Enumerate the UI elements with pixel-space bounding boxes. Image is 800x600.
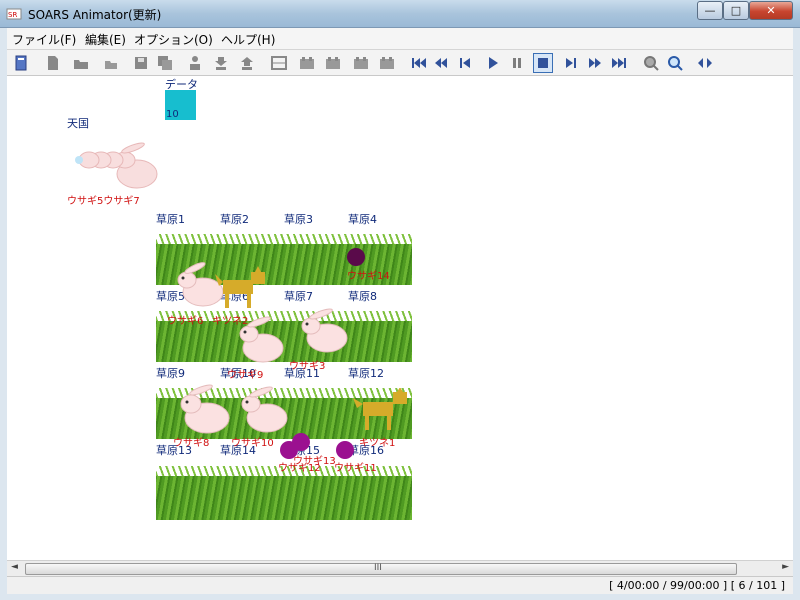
heaven-label: 天国 <box>67 117 89 130</box>
notebook-icon[interactable] <box>13 55 29 71</box>
field-label: 草原3 <box>284 213 313 226</box>
grid-icon[interactable] <box>271 55 287 71</box>
menu-options[interactable]: オプション(O) <box>134 31 213 48</box>
toolbar <box>7 50 793 76</box>
stop-icon[interactable] <box>533 53 553 73</box>
pause-icon[interactable] <box>509 55 525 71</box>
fast-forward-icon[interactable] <box>587 55 603 71</box>
menu-file[interactable]: ファイル(F) <box>12 31 76 48</box>
skip-first-icon[interactable] <box>411 55 427 71</box>
scroll-thumb[interactable]: III <box>25 563 737 575</box>
data-box: 10 <box>165 90 196 120</box>
swap-icon[interactable] <box>697 55 713 71</box>
data-box-value: 10 <box>166 109 179 120</box>
scroll-grip: III <box>374 563 382 573</box>
minimize-button[interactable]: — <box>697 1 723 20</box>
folder-open-icon[interactable] <box>73 55 89 71</box>
field-label: 草原12 <box>348 367 384 380</box>
folder-icon[interactable] <box>103 55 119 71</box>
agent-label: ウサギ9 <box>227 370 264 381</box>
play-icon[interactable] <box>485 55 501 71</box>
app-icon: SR <box>6 8 22 20</box>
agent-label: ウサギ6 <box>167 316 204 327</box>
grid-left-icon[interactable] <box>353 55 369 71</box>
menu-bar: ファイル(F) 編集(E) オプション(O) ヘルプ(H) <box>7 28 793 50</box>
field-label: 草原4 <box>348 213 377 226</box>
scroll-left-arrow[interactable]: ◄ <box>11 562 18 572</box>
person-down-icon[interactable] <box>187 55 203 71</box>
menu-help[interactable]: ヘルプ(H) <box>221 31 275 48</box>
rabbit-sprite <box>241 386 288 433</box>
rabbit-sprite <box>180 384 230 434</box>
status-text: [ 4/00:00 / 99/00:00 ] [ 6 / 101 ] <box>609 579 785 592</box>
animation-canvas[interactable]: データ 10 天国 ウサギ5ウサギ7 草原1 草原2 草原3 草原4 草原5 草… <box>7 76 793 560</box>
horizontal-scrollbar[interactable]: ◄ III ► <box>7 560 793 576</box>
field-label: 草原8 <box>348 290 377 303</box>
skip-last-icon[interactable] <box>611 55 627 71</box>
agent-label: ウサギ8 <box>173 438 210 449</box>
agent-label: ウサギ14 <box>347 271 390 282</box>
heaven-occupants: ウサギ5ウサギ7 <box>67 196 140 207</box>
window-title: SOARS Animator(更新) <box>28 8 162 22</box>
field-label: 草原2 <box>220 213 249 226</box>
heaven-rabbits <box>75 142 158 189</box>
agent-label: ウサギ10 <box>231 438 274 449</box>
title-bar[interactable]: SR SOARS Animator(更新) — □ ✕ <box>0 0 800 28</box>
person-up-icon[interactable] <box>239 55 255 71</box>
step-forward-icon[interactable] <box>563 55 579 71</box>
field-label: 草原7 <box>284 290 313 303</box>
agent-dot <box>280 441 298 459</box>
field-label: 草原9 <box>156 367 185 380</box>
agent-dot <box>347 248 365 266</box>
scroll-right-arrow[interactable]: ► <box>782 562 789 572</box>
maximize-button[interactable]: □ <box>723 1 749 20</box>
rabbit-sprite <box>239 316 284 363</box>
person-down-icon-2[interactable] <box>213 55 229 71</box>
menu-edit[interactable]: 編集(E) <box>85 31 126 48</box>
page-icon[interactable] <box>45 55 61 71</box>
svg-text:SR: SR <box>8 11 17 19</box>
save-all-icon[interactable] <box>157 55 173 71</box>
rewind-icon[interactable] <box>433 55 449 71</box>
field-label: 草原1 <box>156 213 185 226</box>
grid-add-icon[interactable] <box>299 55 315 71</box>
agent-dot <box>336 441 354 459</box>
status-bar: [ 4/00:00 / 99/00:00 ] [ 6 / 101 ] <box>7 576 793 594</box>
close-button[interactable]: ✕ <box>749 1 793 20</box>
save-icon[interactable] <box>133 55 149 71</box>
fox-sprite <box>215 266 265 308</box>
zoom-in-icon[interactable] <box>667 55 683 71</box>
agent-label: ウサギ11 <box>334 463 377 474</box>
zoom-out-icon[interactable] <box>643 55 659 71</box>
grid-remove-icon[interactable] <box>325 55 341 71</box>
agent-label: ウサギ3 <box>289 361 326 372</box>
rabbit-sprite <box>301 308 348 353</box>
fox-sprite <box>353 388 407 430</box>
agent-label: キツネ1 <box>359 438 396 449</box>
grid-right-icon[interactable] <box>379 55 395 71</box>
app-window: SR SOARS Animator(更新) — □ ✕ ファイル(F) 編集(E… <box>0 0 800 600</box>
grass-row-4 <box>156 466 412 520</box>
step-back-icon[interactable] <box>457 55 473 71</box>
agent-label: ウサギ12 <box>278 463 321 474</box>
